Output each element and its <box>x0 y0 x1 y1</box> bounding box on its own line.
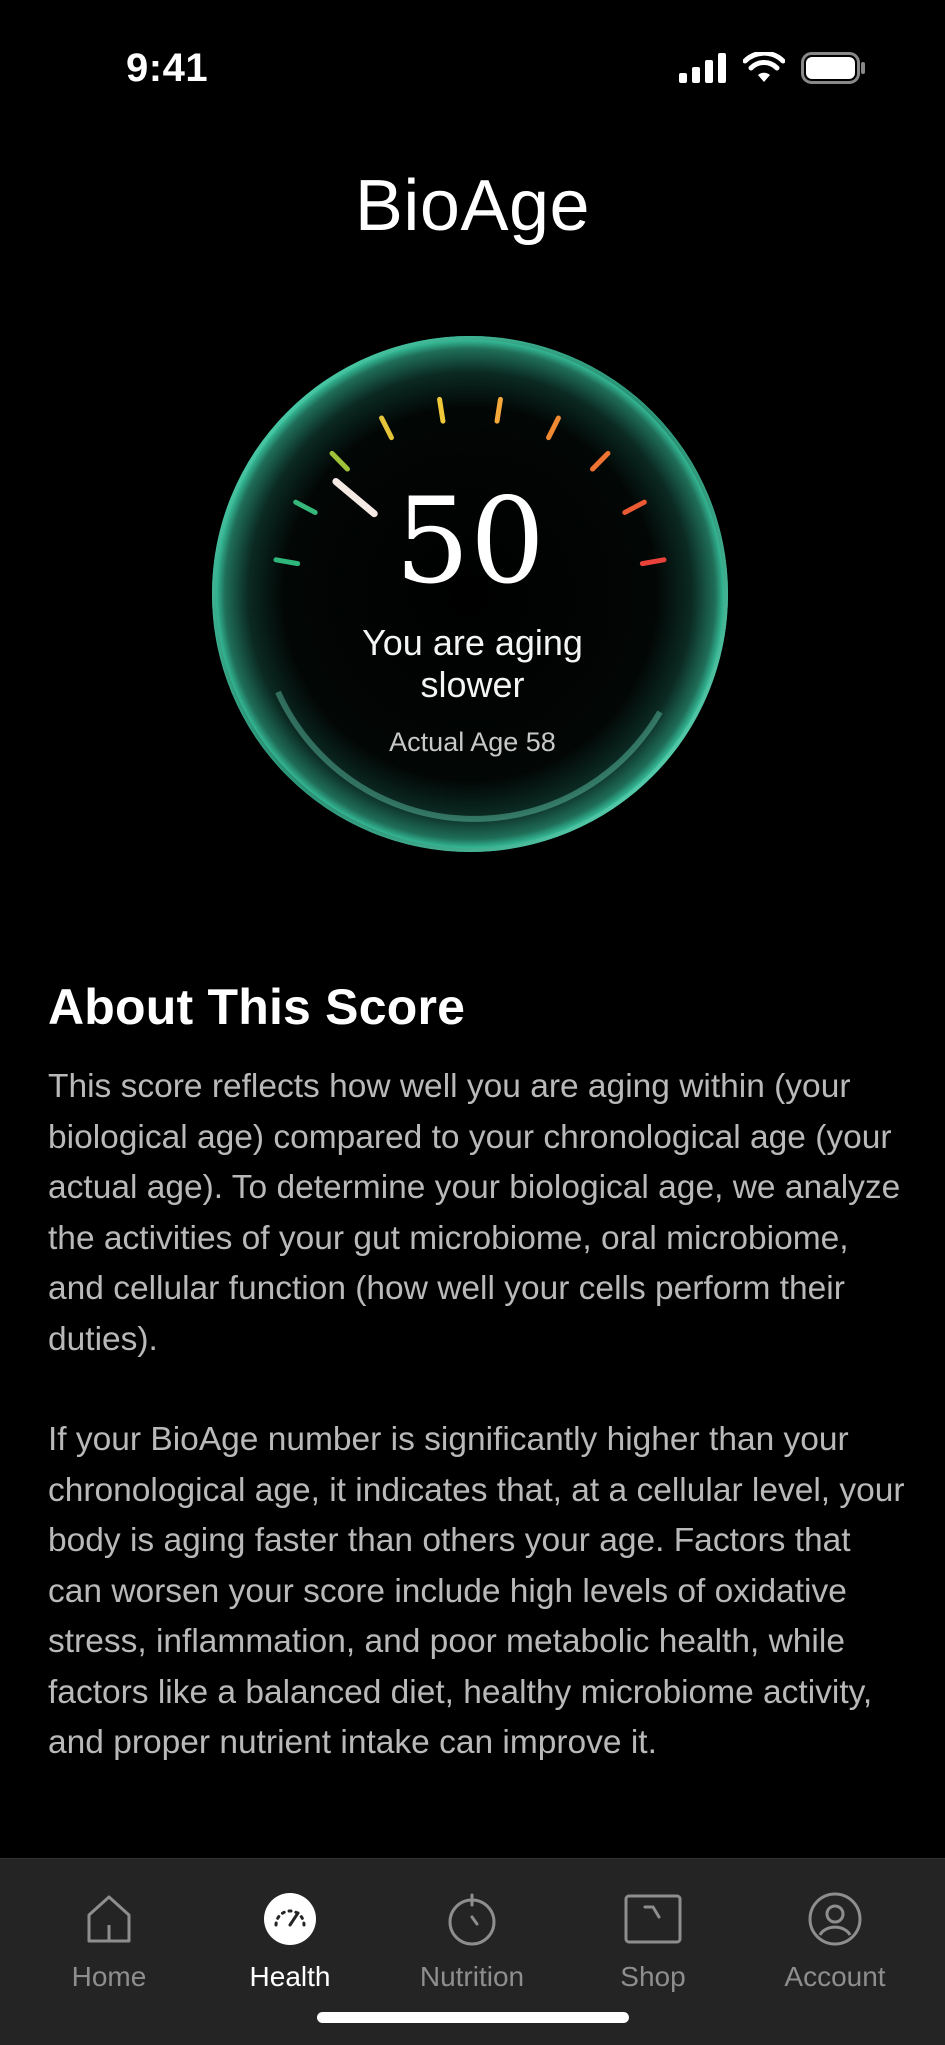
home-icon <box>79 1889 139 1949</box>
tab-home[interactable]: Home <box>19 1859 199 2009</box>
about-paragraph-1: This score reflects how well you are agi… <box>48 1068 901 1358</box>
aging-status: You are aging slower <box>0 622 945 706</box>
tab-home-label: Home <box>71 1961 147 1992</box>
account-icon <box>805 1889 865 1949</box>
tab-nutrition[interactable]: Nutrition <box>382 1859 562 2009</box>
gauge-icon <box>260 1889 320 1949</box>
tab-health[interactable]: Health <box>200 1859 380 2009</box>
about-heading: About This Score <box>48 979 466 1035</box>
gauge-tick <box>494 396 503 424</box>
tab-account[interactable]: Account <box>745 1859 925 2009</box>
about-paragraph-2: If your BioAge number is significantly h… <box>48 1421 905 1761</box>
status-bar: 9:41 <box>0 0 945 140</box>
tab-bar: Home Health Nutrition Shop Account <box>0 1858 945 2045</box>
aging-status-text: You are aging slower <box>362 622 583 705</box>
tab-shop-label: Shop <box>620 1961 686 1992</box>
tab-nutrition-label: Nutrition <box>419 1961 525 1992</box>
apple-icon <box>442 1889 502 1949</box>
tab-health-label: Health <box>249 1961 331 1992</box>
wifi-icon <box>743 52 785 82</box>
shop-icon <box>623 1889 683 1949</box>
bioage-score: 50 <box>394 472 546 610</box>
gauge-tick <box>437 396 446 424</box>
status-time: 9:41 <box>126 46 209 90</box>
page-title: BioAge <box>354 166 591 246</box>
tab-shop[interactable]: Shop <box>563 1859 743 2009</box>
home-indicator <box>317 2012 629 2023</box>
about-section: About This Score This score reflects how… <box>48 978 908 1819</box>
actual-age: Actual Age 58 <box>389 727 556 757</box>
status-icons <box>679 52 867 84</box>
battery-icon <box>801 52 865 84</box>
cellular-signal-icon <box>679 53 726 83</box>
bioage-gauge: 50 <box>208 332 732 856</box>
tab-account-label: Account <box>784 1961 886 1992</box>
